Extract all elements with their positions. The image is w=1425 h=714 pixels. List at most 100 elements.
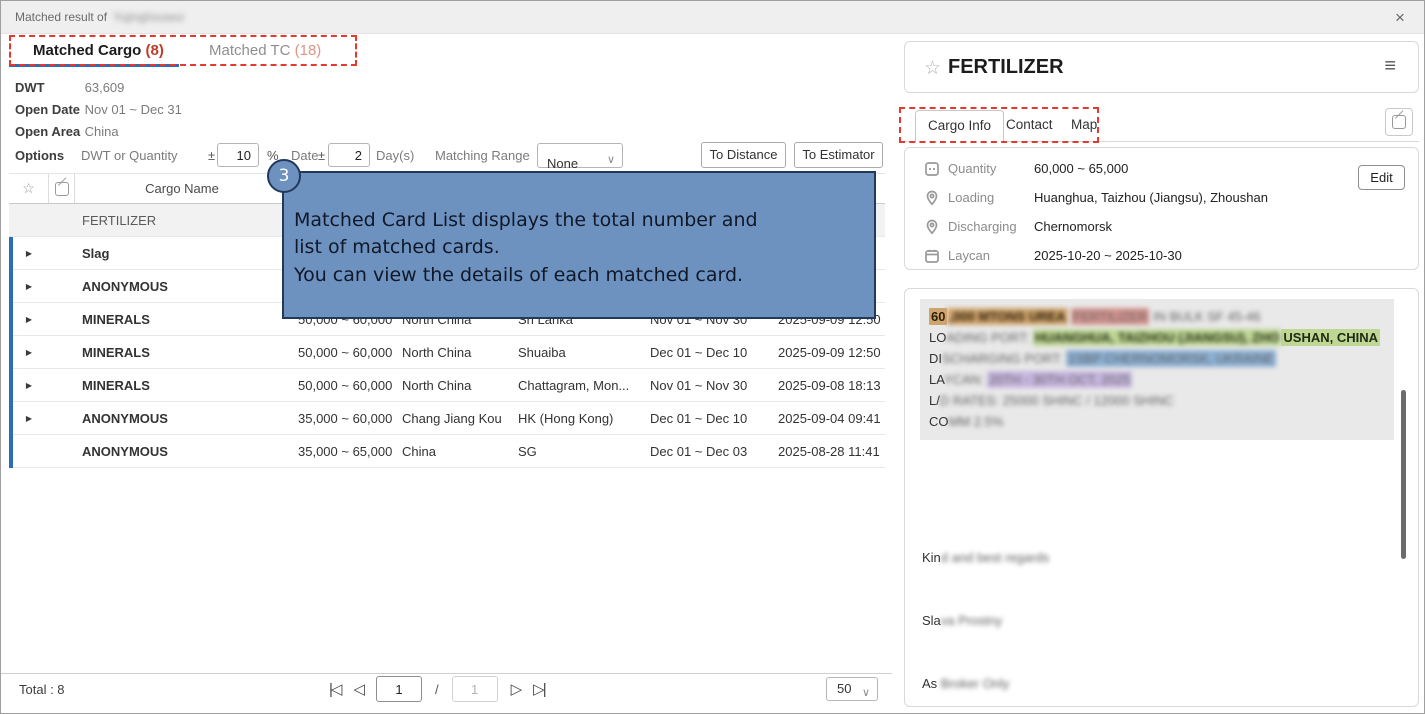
updated-cell: 2025-09-04 09:41 xyxy=(770,411,885,426)
field-loading: Loading Huanghua, Taizhou (Jiangsu), Zho… xyxy=(905,188,1418,216)
redacted-text: 20TH - 30TH OCT, 2025 xyxy=(987,371,1132,388)
next-page-icon[interactable]: ▷ xyxy=(511,680,521,698)
expand-row-icon[interactable]: ▶ xyxy=(9,381,49,390)
visible-text: Sla xyxy=(922,613,941,628)
visible-text: As xyxy=(922,676,941,691)
active-tab-underline xyxy=(9,64,179,67)
email-line: L/D RATES: 25000 SHINC / 12000 SHINC xyxy=(929,390,1385,411)
edit-button[interactable]: Edit xyxy=(1358,165,1405,190)
visible-text: L/ xyxy=(929,393,940,408)
loading-cell: North China xyxy=(394,345,510,360)
memo-icon xyxy=(55,182,69,196)
main-tab-bar: Matched Cargo (8) Matched TC (18) xyxy=(1,34,885,68)
first-page-icon[interactable]: |◁ xyxy=(329,680,340,698)
summary-open-date: Open Date Nov 01 ~ Dec 31 xyxy=(15,102,182,122)
table-row-minerals[interactable]: ▶ MINERALS 50,000 ~ 60,000 North China C… xyxy=(9,369,885,402)
discharging-value: Chernomorsk xyxy=(1034,219,1112,234)
tab-matched-cargo-label: Matched Cargo xyxy=(33,42,141,59)
loading-cell: China xyxy=(394,444,510,459)
quantity-label: Quantity xyxy=(948,161,996,176)
table-row-anonymous[interactable]: ▶ ANONYMOUS 35,000 ~ 60,000 Chang Jiang … xyxy=(9,402,885,435)
to-estimator-button[interactable]: To Estimator xyxy=(794,142,883,168)
last-page-icon[interactable]: ▷| xyxy=(533,680,544,698)
memo-column-header[interactable] xyxy=(49,174,75,203)
expand-row-icon[interactable]: ▶ xyxy=(9,348,49,357)
cargo-name-cell: ANONYMOUS xyxy=(75,444,290,459)
scrollbar-thumb[interactable] xyxy=(1401,390,1406,559)
summary-dwt: DWT 63,609 xyxy=(15,80,124,100)
page-slash: / xyxy=(435,682,439,697)
window-title: Matched result of xyxy=(15,10,107,24)
field-laycan: Laycan 2025-10-20 ~ 2025-10-30 xyxy=(905,246,1418,274)
window-title-redacted: Yujinghouwui xyxy=(113,10,184,24)
summary-open-area-value: China xyxy=(85,124,119,139)
calendar-icon xyxy=(924,248,940,264)
quantity-tolerance-input[interactable] xyxy=(217,143,259,167)
tab-matched-tc[interactable]: Matched TC (18) xyxy=(209,42,321,59)
menu-icon[interactable]: ≡ xyxy=(1384,55,1396,78)
dwt-or-quantity-label: DWT or Quantity xyxy=(81,148,178,163)
matching-range-select[interactable]: None ∨ xyxy=(537,143,623,168)
table-row-minerals[interactable]: ▶ MINERALS 50,000 ~ 60,000 North China S… xyxy=(9,336,885,369)
discharging-cell: Chattagram, Mon... xyxy=(510,378,642,393)
days-label: Day(s) xyxy=(376,148,414,163)
expand-row-icon[interactable]: ▶ xyxy=(9,315,49,324)
cargo-name-cell: ANONYMOUS xyxy=(75,411,290,426)
tab-matched-cargo[interactable]: Matched Cargo (8) xyxy=(33,42,164,59)
cargo-name-cell: FERTILIZER xyxy=(75,213,290,228)
annotation-step-badge: 3 xyxy=(267,159,301,193)
tab-cargo-info[interactable]: Cargo Info xyxy=(915,110,1004,142)
page-number-input[interactable] xyxy=(376,676,422,702)
expand-row-icon[interactable]: ▶ xyxy=(9,249,49,258)
cargo-name-header-label: Cargo Name xyxy=(145,181,219,196)
quantity-icon xyxy=(924,161,940,177)
memo-edit-button[interactable] xyxy=(1385,108,1413,136)
redacted-text: MM 2.5% xyxy=(949,414,1004,429)
favorite-column-header[interactable]: ☆ xyxy=(9,174,49,203)
close-icon[interactable]: × xyxy=(1388,6,1412,30)
date-tolerance-input[interactable] xyxy=(328,143,370,167)
updated-cell: 2025-09-09 12:50 xyxy=(770,345,885,360)
callout-line: Matched Card List displays the total num… xyxy=(294,209,758,231)
field-quantity: Quantity 60,000 ~ 65,000 Edit xyxy=(905,159,1418,187)
favorite-star-icon[interactable]: ☆ xyxy=(924,57,941,80)
annotation-callout: Matched Card List displays the total num… xyxy=(282,171,876,319)
laycan-cell: Nov 01 ~ Nov 30 xyxy=(642,378,770,393)
summary-open-date-label: Open Date xyxy=(15,102,81,117)
tab-contact[interactable]: Contact xyxy=(994,110,1065,139)
expand-row-icon[interactable]: ▶ xyxy=(9,282,49,291)
tab-matched-tc-label: Matched TC xyxy=(209,42,290,59)
expand-row-icon[interactable]: ▶ xyxy=(9,414,49,423)
prev-page-icon[interactable]: ◁ xyxy=(353,680,363,698)
quantity-cell: 35,000 ~ 65,000 xyxy=(290,444,394,459)
matched-result-dialog: Matched result of Yujinghouwui × Matched… xyxy=(0,0,1425,714)
redacted-text: IN BULK SF 45-46 xyxy=(1149,309,1260,324)
matching-range-label: Matching Range xyxy=(435,148,530,163)
redacted-text: HUANGHUA, TAIZHOU (JIANGSU), ZHO xyxy=(1033,329,1282,346)
quantity-cell: 50,000 ~ 60,000 xyxy=(290,345,394,360)
table-row-anonymous[interactable]: ANONYMOUS 35,000 ~ 65,000 China SG Dec 0… xyxy=(9,435,885,468)
loading-label: Loading xyxy=(948,190,994,205)
footer-divider xyxy=(1,673,892,674)
redacted-text: ,000 MTONS UREA xyxy=(947,308,1067,325)
page-size-value: 50 xyxy=(837,681,851,696)
to-distance-button[interactable]: To Distance xyxy=(701,142,786,168)
tab-map[interactable]: Map xyxy=(1059,110,1109,139)
laycan-value: 2025-10-20 ~ 2025-10-30 xyxy=(1034,248,1182,263)
visible-text: USHAN, CHINA xyxy=(1281,329,1380,346)
cargo-name-column-header[interactable]: Cargo Name xyxy=(75,174,290,203)
cargo-name-cell: MINERALS xyxy=(75,312,290,327)
email-highlight-box: 60,000 MTONS UREA FERTILIZER IN BULK SF … xyxy=(920,299,1394,440)
star-icon: ☆ xyxy=(22,180,35,197)
options-label: Options xyxy=(15,148,64,163)
email-signature: Kind and best regards Slava Prostny As B… xyxy=(922,505,1199,714)
page-size-select[interactable]: 50 ∨ xyxy=(826,677,878,701)
options-row: Options DWT or Quantity ± % Date ± Day(s… xyxy=(1,140,885,170)
location-pin-icon xyxy=(924,219,940,235)
visible-text: LO xyxy=(929,330,946,345)
email-line: 60,000 MTONS UREA FERTILIZER IN BULK SF … xyxy=(929,306,1385,327)
laycan-cell: Dec 01 ~ Dec 03 xyxy=(642,444,770,459)
tab-matched-cargo-count: (8) xyxy=(146,42,164,59)
visible-text: DI xyxy=(929,351,942,366)
redacted-text: d and best regards xyxy=(941,550,1049,565)
